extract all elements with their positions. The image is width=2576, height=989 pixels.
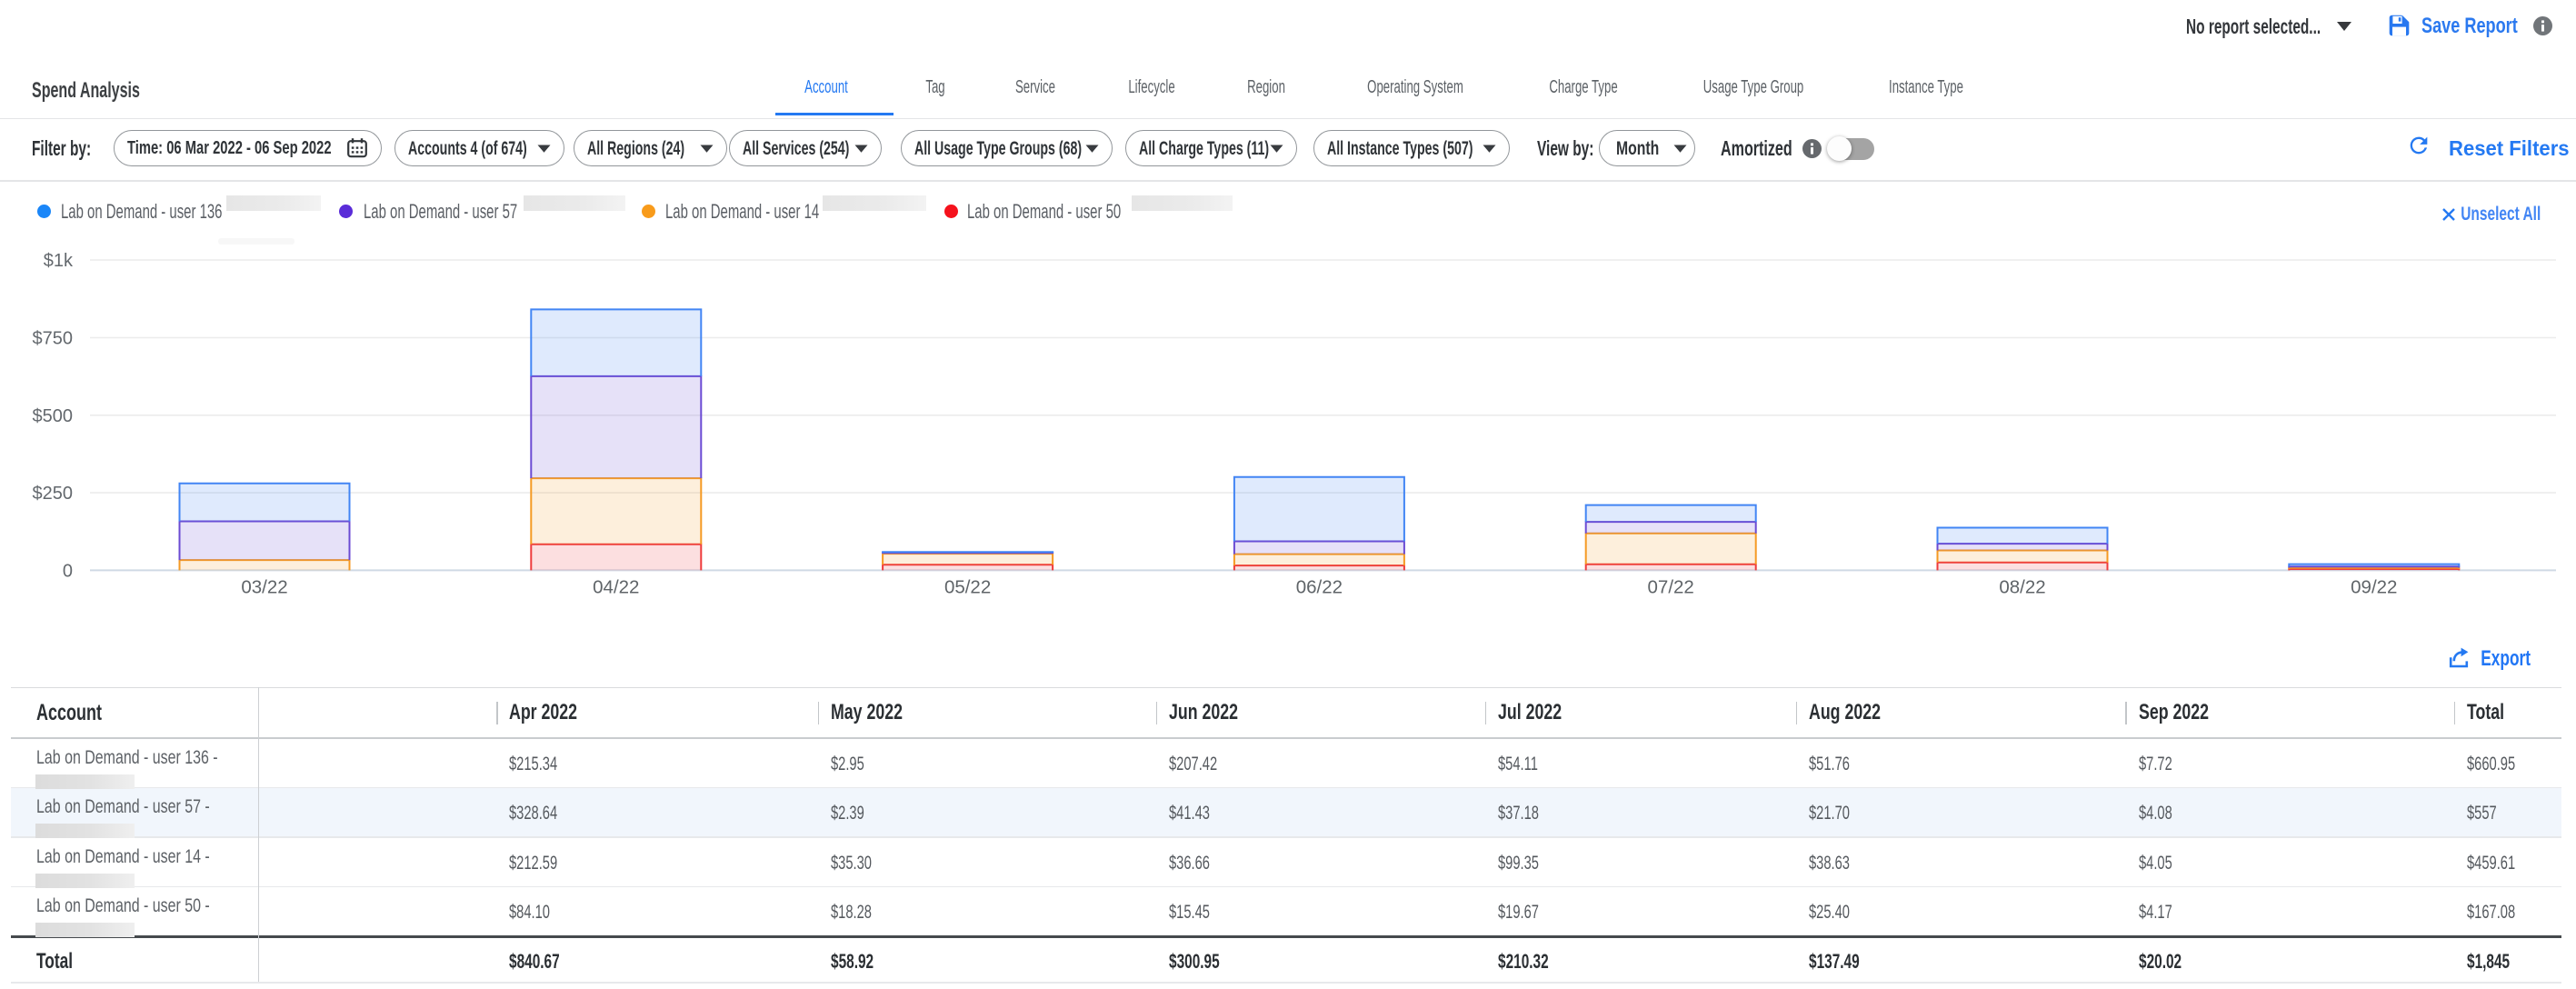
svg-text:07/22: 07/22 xyxy=(1648,577,1694,598)
svg-text:04/22: 04/22 xyxy=(593,577,639,598)
svg-text:$500: $500 xyxy=(33,406,74,426)
svg-text:03/22: 03/22 xyxy=(241,577,287,598)
svg-text:0: 0 xyxy=(63,561,73,581)
svg-text:$1k: $1k xyxy=(44,251,74,271)
svg-text:$750: $750 xyxy=(33,329,74,349)
svg-text:08/22: 08/22 xyxy=(1999,577,2045,598)
svg-text:06/22: 06/22 xyxy=(1296,577,1343,598)
svg-text:$250: $250 xyxy=(33,484,74,504)
svg-text:09/22: 09/22 xyxy=(2351,577,2397,598)
svg-text:05/22: 05/22 xyxy=(944,577,991,598)
